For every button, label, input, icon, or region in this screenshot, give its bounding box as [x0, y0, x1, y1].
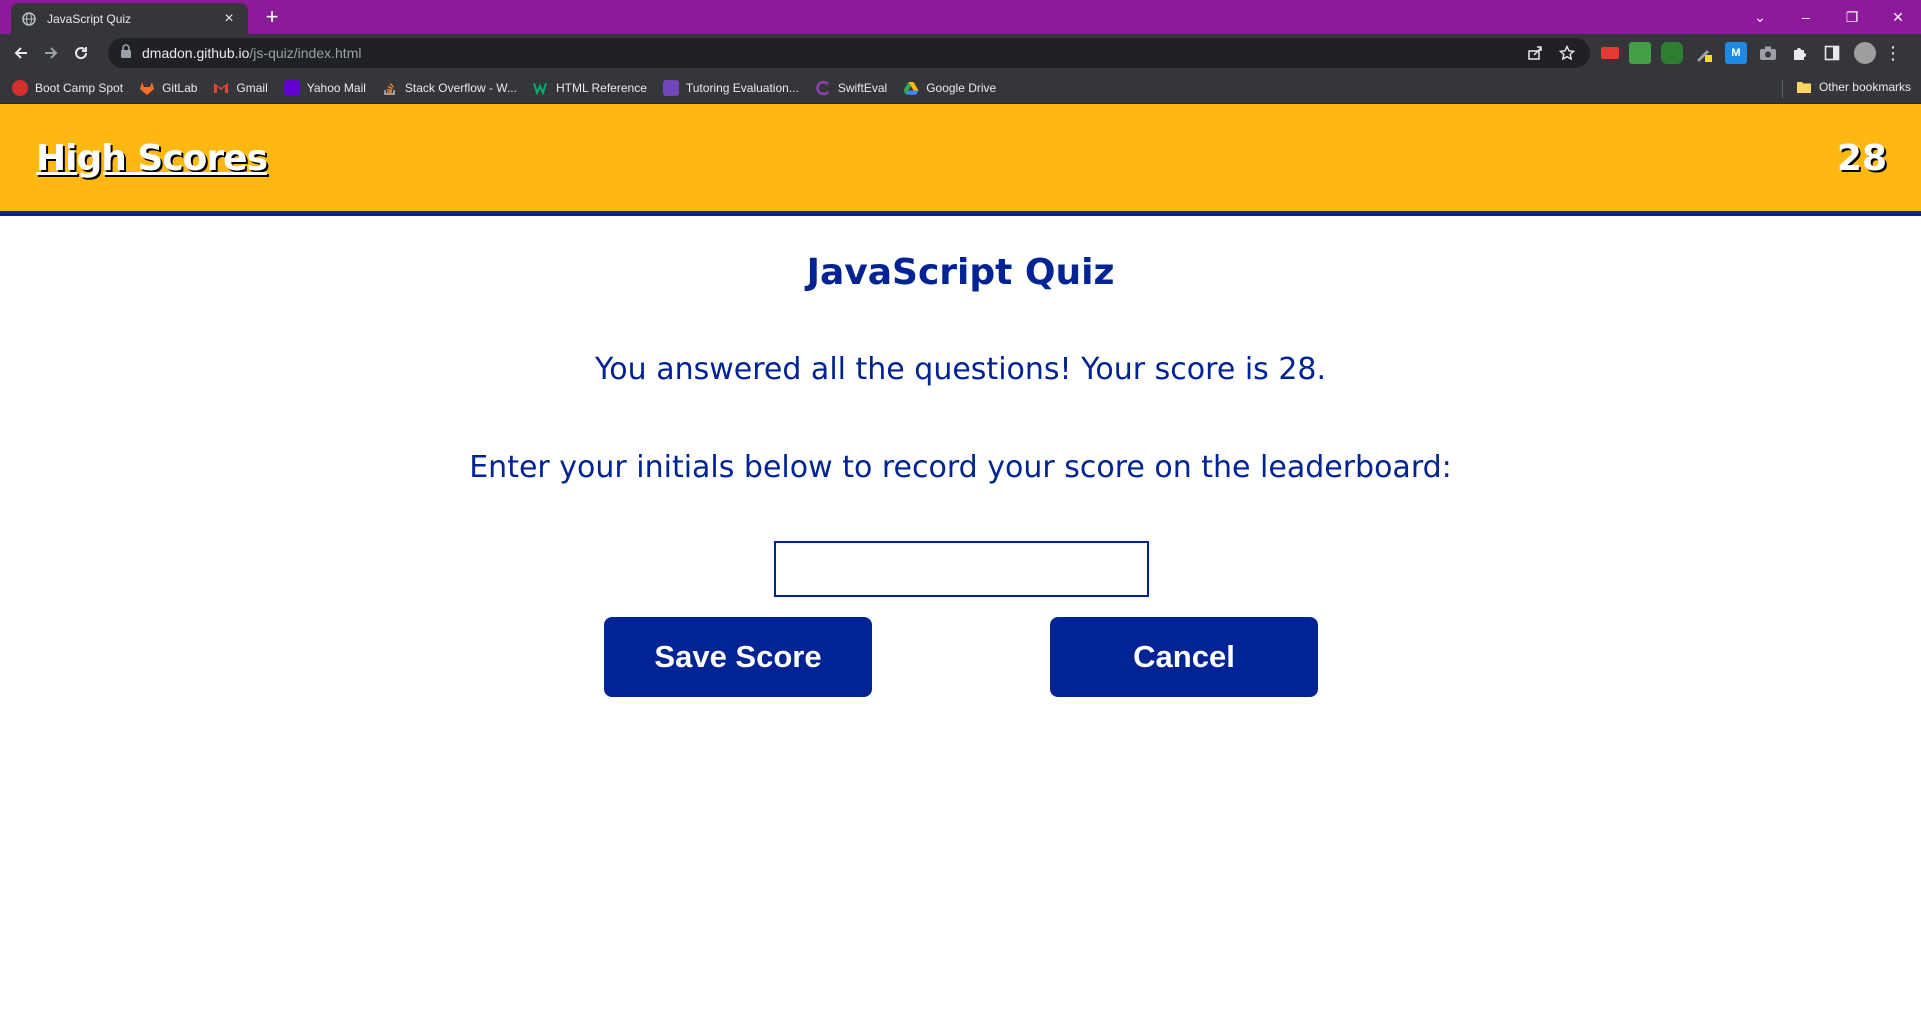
share-icon[interactable]: [1524, 42, 1546, 64]
profile-avatar[interactable]: [1854, 42, 1876, 64]
google-drive-icon: [903, 80, 919, 96]
forward-icon[interactable]: [36, 38, 66, 68]
extension-m-icon[interactable]: M: [1725, 42, 1747, 64]
stackoverflow-icon: [382, 80, 398, 96]
bookmark-label: GitLab: [162, 80, 198, 95]
tab-title: JavaScript Quiz: [47, 11, 132, 26]
gmail-icon: [213, 80, 229, 96]
bookmark-star-icon[interactable]: [1556, 42, 1578, 64]
bookmark-label: HTML Reference: [555, 80, 647, 95]
url-path: /js-quiz/index.html: [249, 45, 362, 61]
tab-close-icon[interactable]: ×: [220, 10, 238, 27]
bookmark-google-drive[interactable]: Google Drive: [903, 80, 996, 96]
initials-input[interactable]: [774, 541, 1149, 597]
new-tab-button[interactable]: +: [260, 5, 284, 29]
site-header: High Scores 28: [0, 104, 1921, 216]
bookmark-swifteval[interactable]: SwiftEval: [815, 80, 887, 96]
save-score-button[interactable]: Save Score: [604, 617, 872, 697]
url-text[interactable]: dmadon.github.io/js-quiz/index.html: [142, 45, 1514, 61]
bookmark-label: Boot Camp Spot: [35, 80, 124, 95]
bookmark-gmail[interactable]: Gmail: [213, 80, 268, 96]
address-bar[interactable]: dmadon.github.io/js-quiz/index.html: [108, 38, 1590, 68]
tab-search-icon[interactable]: ⌄: [1737, 2, 1783, 32]
browser-toolbar: dmadon.github.io/js-quiz/index.html M ⋮: [0, 34, 1921, 72]
gitlab-icon: [139, 80, 155, 96]
extension-green-box-icon[interactable]: [1629, 42, 1651, 64]
bookmarks-bar: Boot Camp Spot GitLab Gmail Yahoo Mail S…: [0, 72, 1921, 104]
globe-icon: [21, 11, 37, 27]
bookmark-label: Gmail: [236, 80, 268, 95]
cancel-button[interactable]: Cancel: [1050, 617, 1318, 697]
bookmark-gitlab[interactable]: GitLab: [139, 80, 197, 96]
extension-pen-icon[interactable]: [1693, 42, 1715, 64]
bookmark-label: Tutoring Evaluation...: [685, 80, 799, 95]
other-bookmarks[interactable]: Other bookmarks: [1796, 79, 1911, 95]
window-controls: ⌄ – ❐ ✕: [1737, 0, 1921, 34]
high-scores-link[interactable]: High Scores: [36, 138, 268, 179]
swifteval-icon: [815, 80, 831, 96]
menu-icon[interactable]: ⋮: [1882, 43, 1904, 64]
folder-icon: [1796, 79, 1812, 95]
other-bookmarks-label: Other bookmarks: [1818, 80, 1911, 94]
forms-icon: [662, 79, 679, 96]
bookmarks-divider: [1782, 80, 1783, 98]
minimize-button[interactable]: –: [1783, 2, 1829, 32]
html-reference-icon: [532, 80, 549, 96]
bookmark-html-reference[interactable]: HTML Reference: [532, 80, 647, 96]
restore-button[interactable]: ❐: [1829, 2, 1875, 32]
extension-green-shield-icon[interactable]: [1661, 42, 1683, 64]
bookmark-yahoo-mail[interactable]: Yahoo Mail: [283, 79, 366, 96]
bookmark-tutoring-evaluation[interactable]: Tutoring Evaluation...: [662, 79, 799, 96]
bookmark-label: Yahoo Mail: [306, 80, 366, 95]
extension-red-icon[interactable]: [1601, 47, 1619, 59]
camera-icon[interactable]: [1757, 42, 1779, 64]
puzzle-icon[interactable]: [1789, 42, 1811, 64]
timer: 28: [1836, 138, 1887, 179]
bookmark-label: Stack Overflow - W...: [404, 80, 517, 95]
score-message: You answered all the questions! Your sco…: [594, 352, 1327, 387]
lock-icon[interactable]: [120, 43, 132, 63]
yahoo-icon: [283, 79, 300, 96]
url-host: dmadon.github.io: [142, 45, 250, 61]
side-panel-icon[interactable]: [1821, 42, 1843, 64]
bookmark-boot-camp-spot[interactable]: Boot Camp Spot: [12, 79, 124, 96]
tab-strip: JavaScript Quiz × + ⌄ – ❐ ✕: [0, 0, 1921, 34]
back-icon[interactable]: [6, 38, 36, 68]
browser-tab[interactable]: JavaScript Quiz ×: [11, 3, 248, 34]
reload-icon[interactable]: [66, 38, 96, 68]
bookmark-stack-overflow[interactable]: Stack Overflow - W...: [382, 80, 517, 96]
initials-prompt: Enter your initials below to record your…: [469, 450, 1452, 485]
bookmark-label: Google Drive: [926, 80, 997, 95]
bookmark-label: SwiftEval: [837, 80, 888, 95]
quiz-title: JavaScript Quiz: [806, 252, 1115, 293]
extensions-area: M ⋮: [1596, 38, 1904, 68]
close-window-button[interactable]: ✕: [1875, 2, 1921, 32]
bootcamp-icon: [12, 79, 28, 96]
